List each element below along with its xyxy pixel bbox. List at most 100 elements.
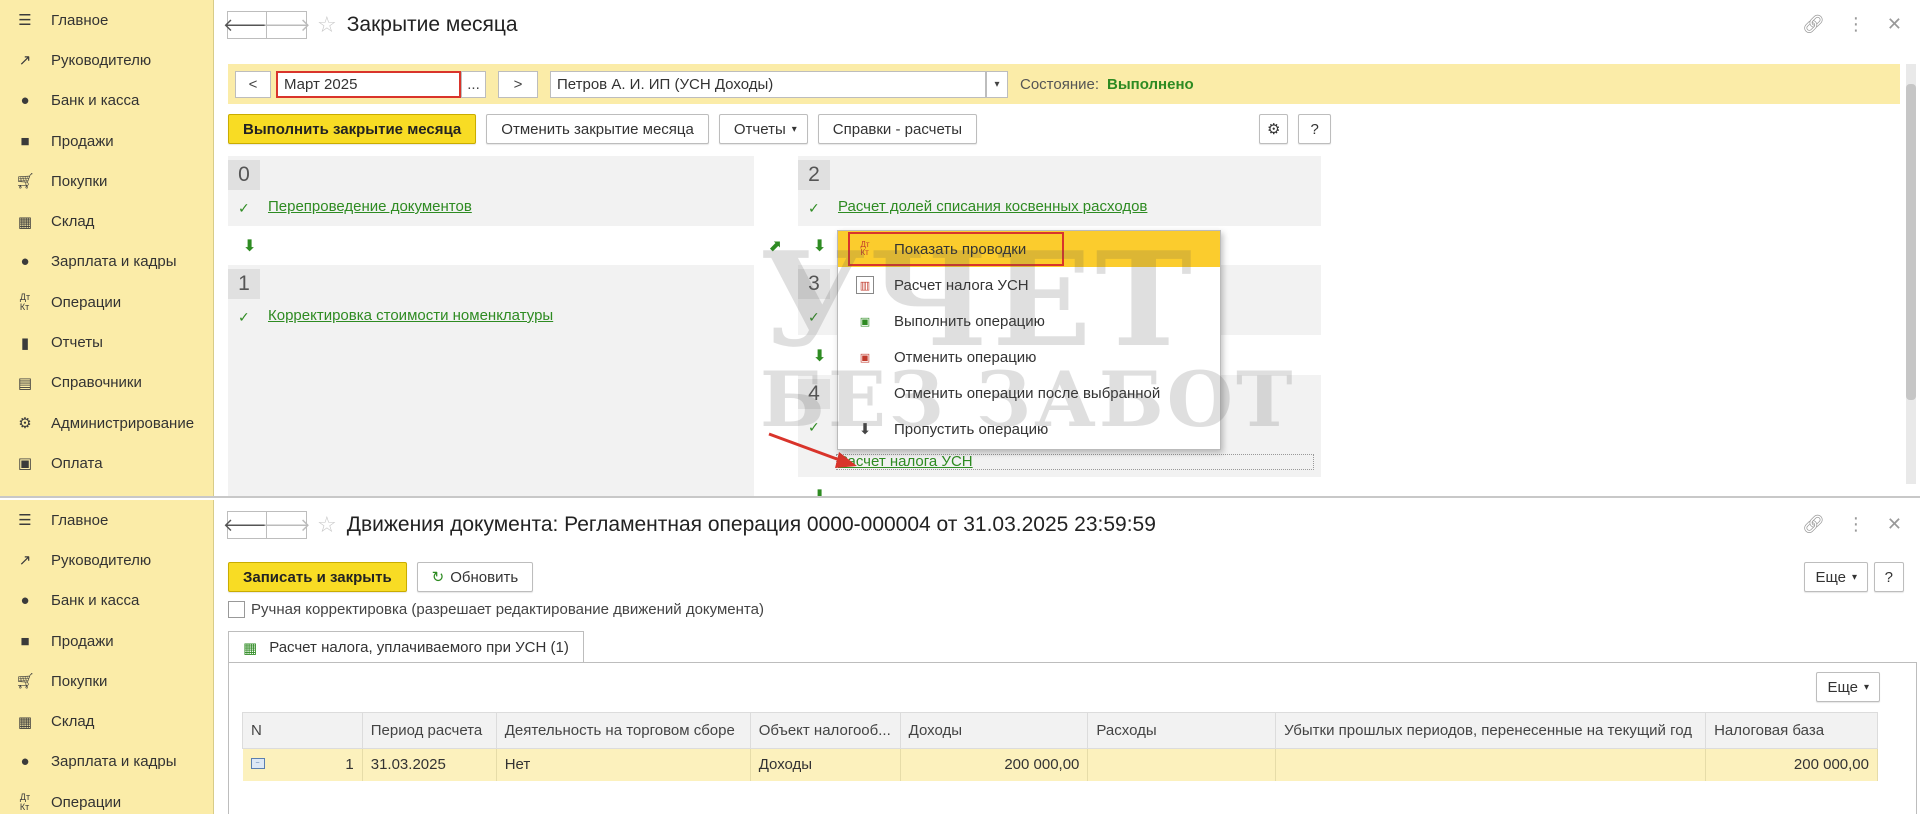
- period-next-button[interactable]: >: [498, 70, 538, 98]
- step-panel-1: 1 ✓ Корректировка стоимости номенклатуры: [228, 265, 754, 496]
- window-controls: 🔗︎ ⋮ ✕: [1802, 514, 1902, 535]
- more-label: Еще: [1827, 678, 1858, 696]
- sidebar-item-bank[interactable]: ● Банк и касса: [0, 581, 213, 621]
- step-link-indirect-costs[interactable]: Расчет долей списания косвенных расходов: [838, 198, 1147, 215]
- refresh-button[interactable]: ↻ Обновить: [416, 562, 534, 592]
- manual-correction-checkbox[interactable]: [228, 601, 245, 618]
- help-calc-button[interactable]: Справки - расчеты: [817, 114, 977, 144]
- window-controls: 🔗︎ ⋮ ✕: [1802, 14, 1902, 35]
- execute-closing-button[interactable]: Выполнить закрытие месяца: [228, 114, 477, 144]
- menu-item-execute[interactable]: ▣ Выполнить операцию: [838, 303, 1220, 339]
- col-header[interactable]: Налоговая база: [1705, 712, 1878, 749]
- scrollbar-thumb[interactable]: [1906, 84, 1916, 400]
- more-vertical-icon[interactable]: ⋮: [1847, 514, 1865, 535]
- person-icon: ●: [20, 753, 30, 771]
- sidebar-item-admin[interactable]: ⚙ Администрирование: [0, 403, 213, 443]
- back-button[interactable]: 🡐: [223, 11, 271, 39]
- col-header[interactable]: Расходы: [1087, 712, 1277, 749]
- sidebar-item-salary[interactable]: ● Зарплата и кадры: [0, 742, 213, 782]
- person-icon: ●: [20, 253, 30, 271]
- more-button-wrap: Еще ▾: [1804, 562, 1868, 592]
- col-header[interactable]: N: [242, 712, 363, 749]
- period-prev-button[interactable]: <: [235, 70, 271, 98]
- sidebar-item-warehouse[interactable]: ▦ Склад: [0, 201, 213, 241]
- check-icon: ✓: [808, 200, 820, 216]
- chevron-down-icon: ▾: [1851, 571, 1857, 583]
- sidebar-item-purchases[interactable]: 🛒︎ Покупки: [0, 161, 213, 201]
- tab-usn-tax-calc[interactable]: ▦ Расчет налога, уплачиваемого при УСН (…: [228, 631, 584, 663]
- sidebar-item-payment[interactable]: ▣ Оплата: [0, 443, 213, 483]
- chevron-down-icon[interactable]: ▾: [986, 70, 1008, 98]
- sidebar-item-sales[interactable]: ■ Продажи: [0, 121, 213, 161]
- col-header[interactable]: Убытки прошлых периодов, перенесенные на…: [1275, 712, 1707, 749]
- menu-item-usn-calc[interactable]: ▥ Расчет налога УСН: [838, 267, 1220, 303]
- forward-button[interactable]: 🡒: [262, 11, 311, 39]
- organization-field: Петров А. И. ИП (УСН Доходы) ▾: [550, 70, 1008, 98]
- sidebar-item-main[interactable]: ☰ Главное: [0, 0, 213, 40]
- sidebar-item-salary[interactable]: ● Зарплата и кадры: [0, 242, 213, 282]
- sidebar-item-manager[interactable]: ↗ Руководителю: [0, 40, 213, 80]
- dt-kt-icon: Дт Кт: [19, 292, 31, 313]
- menu-item-cancel[interactable]: ▣ Отменить операцию: [838, 339, 1220, 375]
- check-icon: ✓: [808, 309, 820, 325]
- col-header[interactable]: Доходы: [899, 712, 1089, 749]
- more-button[interactable]: Еще ▾: [1804, 562, 1868, 592]
- bar-chart-icon: ▮: [20, 334, 30, 352]
- sidebar-item-purchases[interactable]: 🛒︎ Покупки: [0, 661, 213, 701]
- reports-dropdown-button[interactable]: Отчеты ▾: [718, 114, 808, 144]
- highlight-frame: [848, 232, 1064, 266]
- payment-icon: ▣: [17, 455, 33, 473]
- period-input[interactable]: Март 2025: [276, 70, 461, 98]
- back-button[interactable]: 🡐: [223, 511, 271, 539]
- trend-icon: ↗: [18, 552, 32, 570]
- record-icon: ~: [250, 758, 265, 769]
- sidebar-item-warehouse[interactable]: ▦ Склад: [0, 701, 213, 741]
- status-label: Состояние:: [1020, 75, 1100, 93]
- cell-tax-base: 200 000,00: [1705, 748, 1878, 781]
- forward-button[interactable]: 🡒: [262, 511, 311, 539]
- link-icon[interactable]: 🔗︎: [1802, 514, 1825, 535]
- settings-button[interactable]: ⚙: [1258, 114, 1289, 144]
- col-header[interactable]: Период расчета: [361, 712, 497, 749]
- title-bar: 🡐 🡒 ☆ Закрытие месяца: [215, 0, 1920, 50]
- cancel-closing-button[interactable]: Отменить закрытие месяца: [486, 114, 709, 144]
- sidebar-item-operations[interactable]: Дт Кт Операции: [0, 782, 213, 814]
- arrow-right-icon: 🡒: [262, 14, 311, 35]
- more-vertical-icon[interactable]: ⋮: [1847, 14, 1865, 35]
- sidebar-item-operations[interactable]: Дт Кт Операции: [0, 282, 213, 322]
- sidebar-item-bank[interactable]: ● Банк и касса: [0, 81, 213, 121]
- organization-input[interactable]: Петров А. И. ИП (УСН Доходы): [550, 70, 986, 98]
- sidebar-item-main[interactable]: ☰ Главное: [0, 500, 213, 540]
- sidebar-item-sales[interactable]: ■ Продажи: [0, 621, 213, 661]
- skip-arrow-icon: ⬇: [858, 421, 872, 438]
- col-header[interactable]: Деятельность на торговом сборе: [495, 712, 751, 749]
- help-button[interactable]: ?: [1873, 562, 1904, 592]
- save-close-button[interactable]: Записать и закрыть: [228, 562, 407, 592]
- menu-item-skip[interactable]: ⬇ Пропустить операцию: [838, 411, 1220, 447]
- check-icon: ✓: [238, 200, 250, 216]
- cancel-doc-icon: ▣: [859, 351, 871, 364]
- close-icon[interactable]: ✕: [1887, 514, 1902, 535]
- cell-expenses: [1087, 748, 1277, 781]
- sidebar-item-manager[interactable]: ↗ Руководителю: [0, 540, 213, 580]
- period-select-button[interactable]: ...: [461, 70, 486, 98]
- step-link-cost-correction[interactable]: Корректировка стоимости номенклатуры: [268, 307, 553, 324]
- step-link-reposting[interactable]: Перепроведение документов: [268, 198, 472, 215]
- favorite-star-icon[interactable]: ☆: [317, 12, 337, 38]
- link-icon[interactable]: 🔗︎: [1802, 14, 1825, 35]
- menu-item-cancel-after[interactable]: Отменить операции после выбранной: [838, 375, 1220, 411]
- sidebar-item-references[interactable]: ▤ Справочники: [0, 363, 213, 403]
- main-content: 🡐 🡒 ☆ Движения документа: Регламентная о…: [215, 500, 1920, 814]
- favorite-star-icon[interactable]: ☆: [317, 512, 337, 538]
- arrow-down-icon: ⬇: [813, 488, 827, 498]
- tab-more-button[interactable]: Еще ▾: [1816, 672, 1880, 702]
- col-header[interactable]: Объект налогооб...: [749, 712, 901, 749]
- help-button[interactable]: ?: [1298, 114, 1331, 144]
- context-menu: Дт Кт Показать проводки ▥ Расчет налога УС…: [837, 230, 1221, 450]
- menu-item-show-entries[interactable]: Дт Кт Показать проводки: [838, 231, 1220, 267]
- sidebar-item-reports[interactable]: ▮ Отчеты: [0, 322, 213, 362]
- cell-losses: [1275, 748, 1707, 781]
- close-icon[interactable]: ✕: [1887, 14, 1902, 35]
- arrow-down-icon: ⬇: [813, 238, 827, 255]
- table-row[interactable]: ~1 31.03.2025 Нет Доходы 200 000,00 200 …: [242, 748, 1878, 781]
